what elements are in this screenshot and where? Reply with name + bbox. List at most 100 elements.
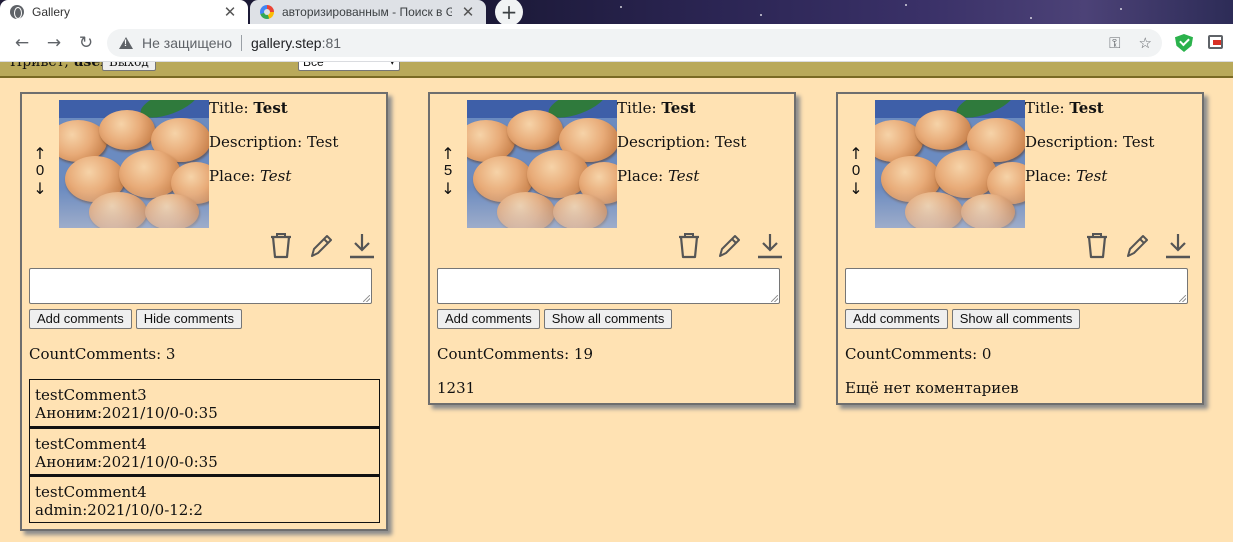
pencil-icon[interactable] bbox=[308, 232, 334, 260]
tab-title: авторизированным - Поиск в Google bbox=[282, 5, 452, 19]
comment-buttons: Add comments Hide comments bbox=[29, 309, 243, 329]
download-icon[interactable] bbox=[348, 232, 376, 260]
browser-toolbar: ← → ↻ Не защищено gallery.step:81 ⚿ ☆ bbox=[0, 24, 1233, 62]
comment-text: testComment3 bbox=[35, 386, 147, 404]
security-label[interactable]: Не защищено bbox=[142, 35, 232, 51]
tab-title: Gallery bbox=[32, 5, 71, 19]
description-label: Description: bbox=[209, 133, 303, 151]
toggle-comments-button[interactable]: Show all comments bbox=[543, 309, 673, 329]
photo-card: ↑ 5 ↓ Title: Test Description: Test Plac… bbox=[428, 92, 796, 405]
download-icon[interactable] bbox=[1164, 232, 1192, 260]
photo-title: Test bbox=[661, 99, 696, 117]
toggle-comments-button[interactable]: Show all comments bbox=[951, 309, 1081, 329]
description-label: Description: bbox=[1025, 133, 1119, 151]
comment-text: testComment4 bbox=[35, 435, 147, 453]
photo-description: Test bbox=[1122, 133, 1155, 151]
photo-place: Test bbox=[667, 167, 700, 185]
vote-down-icon[interactable]: ↓ bbox=[848, 179, 864, 198]
comment-item: testComment3 Аноним:2021/10/0-0:35 bbox=[29, 379, 380, 427]
vote-up-icon[interactable]: ↑ bbox=[848, 144, 864, 163]
comment-author-date: admin:2021/10/0-12:2 bbox=[35, 501, 203, 519]
comment-count: CountComments: 3 bbox=[29, 346, 175, 362]
tab-gallery[interactable]: Gallery ✕ bbox=[0, 0, 248, 24]
vote-count: 5 bbox=[443, 162, 453, 179]
comment-list: testComment3 Аноним:2021/10/0-0:35 testCom… bbox=[29, 379, 380, 523]
comment-buttons: Add comments Show all comments bbox=[437, 309, 673, 329]
photo-thumbnail[interactable] bbox=[59, 100, 209, 228]
trash-icon[interactable] bbox=[268, 232, 294, 260]
key-icon[interactable]: ⚿ bbox=[1109, 34, 1120, 52]
browser-tab-strip: Gallery ✕ авторизированным - Поиск в Goo… bbox=[0, 0, 1233, 24]
comment-item: testComment4 Аноним:2021/10/0-0:35 bbox=[29, 427, 380, 475]
place-label: Place: bbox=[617, 167, 664, 185]
photo-description: Test bbox=[306, 133, 339, 151]
comment-count: CountComments: 19 bbox=[437, 346, 593, 362]
photo-description: Test bbox=[714, 133, 747, 151]
description-label: Description: bbox=[617, 133, 711, 151]
card-actions bbox=[674, 232, 794, 262]
vote-down-icon[interactable]: ↓ bbox=[440, 179, 456, 198]
photo-meta: Title: Test Description: Test Place: Tes… bbox=[209, 100, 338, 202]
count-label: CountComments: bbox=[845, 345, 978, 363]
card-actions bbox=[266, 232, 386, 262]
photo-card: ↑ 0 ↓ Title: Test Description: Test Plac… bbox=[20, 92, 388, 531]
count-value: 19 bbox=[573, 345, 594, 363]
google-icon bbox=[260, 5, 274, 19]
cast-extension-icon[interactable] bbox=[1208, 35, 1223, 49]
vote-control: ↑ 0 ↓ bbox=[848, 144, 864, 198]
reload-icon[interactable]: ↻ bbox=[73, 30, 99, 56]
comment-input[interactable] bbox=[29, 268, 372, 304]
address-bar[interactable]: Не защищено gallery.step:81 ⚿ ☆ bbox=[107, 29, 1162, 57]
toggle-comments-button[interactable]: Hide comments bbox=[135, 309, 243, 329]
vote-count: 0 bbox=[851, 162, 861, 179]
count-value: 3 bbox=[165, 345, 176, 363]
comment-author-date: Аноним:2021/10/0-0:35 bbox=[35, 404, 218, 422]
bookmark-star-icon[interactable]: ☆ bbox=[1139, 34, 1152, 52]
latest-comment: 1231 bbox=[437, 379, 476, 397]
photo-thumbnail[interactable] bbox=[467, 100, 617, 228]
pencil-icon[interactable] bbox=[1124, 232, 1150, 260]
vote-up-icon[interactable]: ↑ bbox=[32, 144, 48, 163]
close-icon[interactable]: ✕ bbox=[460, 3, 476, 21]
shield-extension-icon[interactable] bbox=[1175, 34, 1193, 52]
comment-input[interactable] bbox=[845, 268, 1188, 304]
title-label: Title: bbox=[1025, 99, 1065, 117]
vote-down-icon[interactable]: ↓ bbox=[32, 179, 48, 198]
vote-control: ↑ 5 ↓ bbox=[440, 144, 456, 198]
photo-card: ↑ 0 ↓ Title: Test Description: Test Plac… bbox=[836, 92, 1204, 405]
tab-google-search[interactable]: авторизированным - Поиск в Google ✕ bbox=[250, 0, 486, 24]
count-label: CountComments: bbox=[437, 345, 570, 363]
no-comments-message: Ещё нет коментариев bbox=[845, 379, 1019, 397]
title-label: Title: bbox=[209, 99, 249, 117]
trash-icon[interactable] bbox=[1084, 232, 1110, 260]
warning-icon[interactable] bbox=[119, 37, 133, 49]
download-icon[interactable] bbox=[756, 232, 784, 260]
add-comments-button[interactable]: Add comments bbox=[29, 309, 132, 329]
photo-meta: Title: Test Description: Test Place: Tes… bbox=[617, 100, 746, 202]
comment-input[interactable] bbox=[437, 268, 780, 304]
trash-icon[interactable] bbox=[676, 232, 702, 260]
photo-meta: Title: Test Description: Test Place: Tes… bbox=[1025, 100, 1154, 202]
photo-place: Test bbox=[259, 167, 292, 185]
comment-author-date: Аноним:2021/10/0-0:35 bbox=[35, 453, 218, 471]
add-comments-button[interactable]: Add comments bbox=[437, 309, 540, 329]
comment-item: testComment4 admin:2021/10/0-12:2 bbox=[29, 475, 380, 523]
add-comments-button[interactable]: Add comments bbox=[845, 309, 948, 329]
comment-buttons: Add comments Show all comments bbox=[845, 309, 1081, 329]
card-actions bbox=[1082, 232, 1202, 262]
vote-count: 0 bbox=[35, 162, 45, 179]
close-icon[interactable]: ✕ bbox=[222, 3, 238, 21]
count-value: 0 bbox=[981, 345, 992, 363]
vote-up-icon[interactable]: ↑ bbox=[440, 144, 456, 163]
comment-text: testComment4 bbox=[35, 483, 147, 501]
count-label: CountComments: bbox=[29, 345, 162, 363]
place-label: Place: bbox=[1025, 167, 1072, 185]
pencil-icon[interactable] bbox=[716, 232, 742, 260]
forward-icon[interactable]: → bbox=[41, 30, 67, 56]
photo-thumbnail[interactable] bbox=[875, 100, 1025, 228]
photo-title: Test bbox=[253, 99, 288, 117]
back-icon[interactable]: ← bbox=[9, 30, 35, 56]
comment-count: CountComments: 0 bbox=[845, 346, 991, 362]
photo-place: Test bbox=[1075, 167, 1108, 185]
new-tab-button[interactable]: + bbox=[495, 0, 523, 24]
